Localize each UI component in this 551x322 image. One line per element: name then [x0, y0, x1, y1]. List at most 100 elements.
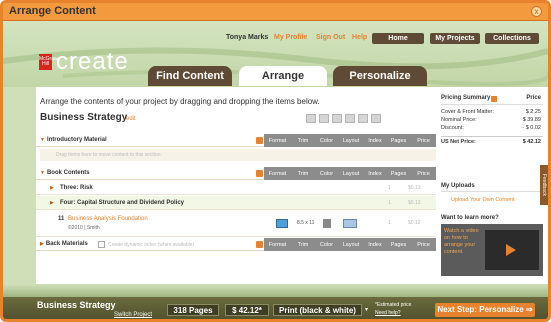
col-layout: Layout — [342, 137, 360, 144]
mcgraw-hill-logo-icon: McGraw Hill — [39, 54, 58, 70]
section-label: Introductory Material — [46, 137, 107, 143]
col-layout: Layout — [342, 170, 360, 177]
expand-triangle-icon[interactable]: ▶ — [50, 200, 54, 206]
help-link[interactable]: Help — [352, 34, 367, 41]
section-label: Back Materials — [45, 241, 88, 247]
footer-price: $ 42.12* — [225, 304, 269, 316]
pricing-summary-header: Pricing Summary Price — [441, 95, 543, 105]
col-format: Format — [268, 170, 287, 177]
col-pages: Pages — [390, 137, 407, 144]
outdent-icon[interactable] — [319, 114, 329, 123]
play-icon[interactable] — [256, 241, 263, 248]
item-index: 1 — [388, 220, 391, 226]
net-price-row: US Net Price: $ 42.12 — [441, 136, 543, 147]
print-option-select[interactable]: Print (black & white) — [273, 304, 362, 316]
column-header: Format Trim Color Layout Index Pages Pri… — [264, 238, 436, 251]
footer-bar: Business Strategy Switch Project 318 Pag… — [3, 297, 548, 319]
video-thumbnail[interactable] — [485, 230, 539, 270]
title-bar: Arrange Content x — [3, 3, 548, 21]
logo-text: create — [56, 48, 129, 75]
color-icon[interactable] — [323, 219, 331, 228]
close-icon[interactable]: x — [531, 6, 542, 17]
col-pages: Pages — [390, 170, 407, 177]
switch-project-link[interactable]: Switch Project — [114, 312, 152, 318]
chapter-row[interactable]: ▶ Three: Risk 1 $0.13 — [36, 181, 436, 195]
video-box[interactable]: Watch a video on how to arrange your con… — [441, 224, 543, 276]
col-trim: Trim — [297, 241, 309, 248]
layout-icon[interactable] — [343, 219, 357, 228]
tab-find-content[interactable]: Find Content — [148, 66, 232, 86]
content-item-row[interactable]: 11 Business Analysis Foundation ©2010 | … — [36, 211, 436, 237]
home-button[interactable]: Home — [372, 33, 424, 44]
expand-triangle-icon[interactable]: ▶ — [50, 185, 54, 191]
toolbar-icons — [306, 114, 381, 123]
app-window: Arrange Content x McGraw Hill create Ton… — [0, 0, 551, 322]
column-header: Format Trim Color Layout Index Pages Pri… — [264, 167, 436, 180]
chevron-down-icon[interactable]: ▾ — [365, 306, 368, 313]
tab-arrange[interactable]: Arrange — [239, 66, 327, 86]
learn-more-title: Want to learn more? — [441, 215, 499, 221]
col-price: Price — [417, 241, 430, 248]
collapse-icon[interactable] — [345, 114, 355, 123]
pricing-row: Cover & Front Matter: $ 2.25 — [441, 109, 541, 115]
video-link-text[interactable]: Watch a video on how to arrange your con… — [444, 228, 482, 256]
drop-placeholder: Drag items here to move content to this … — [56, 152, 161, 158]
chapter-index: 1 — [388, 200, 391, 206]
tab-personalize[interactable]: Personalize — [333, 66, 427, 86]
section-book-contents[interactable]: ▼ Book Contents Format Trim Color Layout … — [36, 167, 436, 180]
format-icon[interactable] — [276, 219, 288, 228]
play-icon[interactable] — [256, 170, 263, 177]
pricing-summary-title: Pricing Summary — [441, 95, 491, 101]
pricing-sidebar: Pricing Summary Price Cover & Front Matt… — [441, 95, 543, 276]
item-copyright: ©2010 | Smith — [68, 225, 100, 231]
col-price: Price — [417, 137, 430, 144]
pricing-row: Nominal Price: $ 39.89 — [441, 117, 541, 123]
section-back-materials[interactable]: ▶ Back Materials Create dynamic index (wh… — [36, 238, 436, 251]
collapse-triangle-icon[interactable]: ▼ — [40, 137, 45, 143]
col-index: Index — [368, 137, 382, 144]
play-icon — [506, 244, 516, 256]
more-icon[interactable] — [371, 114, 381, 123]
my-profile-link[interactable]: My Profile — [274, 34, 307, 41]
play-icon[interactable] — [256, 137, 263, 144]
col-format: Format — [268, 137, 287, 144]
footer-project-title: Business Strategy — [37, 300, 116, 310]
delete-icon[interactable] — [358, 114, 368, 123]
price-label: Price — [526, 95, 541, 101]
feedback-tab[interactable]: Feedback — [540, 165, 548, 205]
drop-zone[interactable]: Drag items here to move content to this … — [40, 149, 436, 161]
project-title: Business Strategy — [40, 112, 128, 123]
upload-content-link[interactable]: Upload Your Own Content — [451, 197, 515, 203]
col-color: Color — [319, 170, 334, 177]
info-icon[interactable] — [491, 96, 497, 102]
item-trim: 8.5 x 11 — [297, 220, 315, 226]
edit-title-link[interactable]: edit — [126, 116, 136, 122]
column-header: Format Trim Color Layout Index Pages Pri… — [264, 134, 436, 147]
collections-button[interactable]: Collections — [485, 33, 539, 44]
decorative-grass — [3, 284, 548, 298]
next-step-button[interactable]: Next Step: Personalize ⇒ — [435, 303, 535, 317]
dynamic-index-checkbox[interactable] — [98, 241, 105, 248]
create-logo[interactable]: McGraw Hill create — [39, 48, 129, 76]
estimated-price-note: *Estimated price — [375, 302, 412, 308]
expand-triangle-icon[interactable]: ▶ — [40, 241, 44, 247]
my-uploads-title: My Uploads — [441, 183, 543, 192]
sign-out-link[interactable]: Sign Out — [316, 34, 345, 41]
chapter-price: $0.13 — [408, 185, 421, 191]
item-price: $0.12 — [408, 220, 421, 226]
section-introductory-material[interactable]: ▼ Introductory Material Format Trim Color… — [36, 134, 436, 147]
need-help-link[interactable]: Need help? — [375, 310, 401, 316]
col-price: Price — [417, 170, 430, 177]
col-trim: Trim — [297, 137, 309, 144]
my-projects-button[interactable]: My Projects — [430, 33, 480, 44]
chapter-price: $0.13 — [408, 200, 421, 206]
collapse-triangle-icon[interactable]: ▼ — [40, 170, 45, 176]
move-icon[interactable] — [332, 114, 342, 123]
chapter-row[interactable]: ▶ Four: Capital Structure and Dividend P… — [36, 196, 436, 210]
arrange-panel: Arrange the contents of your project by … — [36, 87, 548, 297]
chapter-title: Three: Risk — [60, 185, 93, 191]
user-name: Tonya Marks — [226, 34, 269, 41]
item-number: 11 — [58, 216, 65, 222]
indent-icon[interactable] — [306, 114, 316, 123]
item-title-link[interactable]: Business Analysis Foundation — [68, 216, 148, 222]
